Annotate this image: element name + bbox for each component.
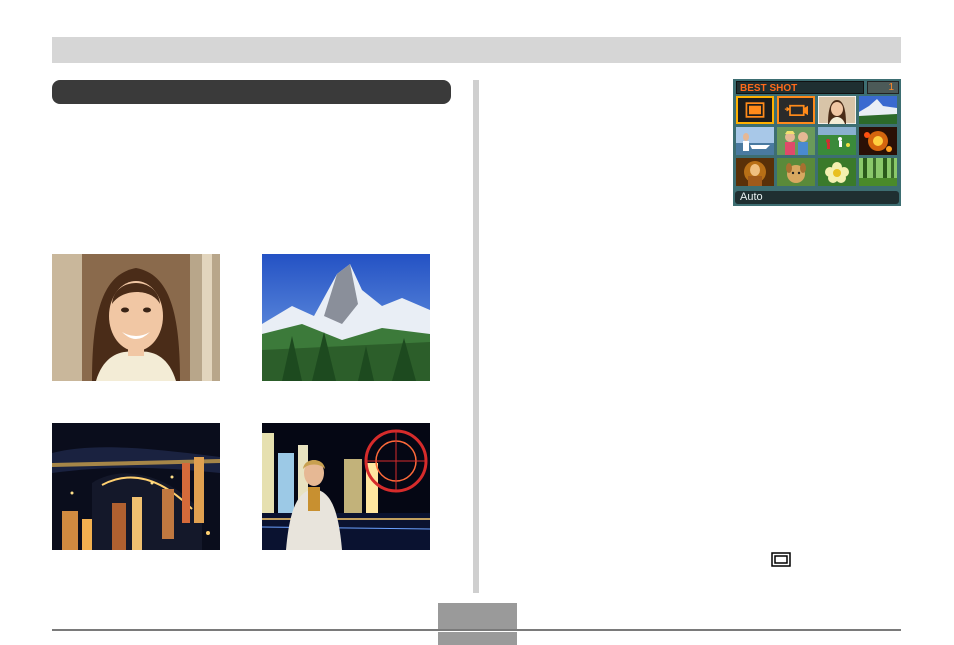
- best-shot-title: BEST SHOT: [736, 81, 864, 94]
- footer-rule: [52, 629, 901, 631]
- page-number-tab: [438, 603, 517, 629]
- scene-cell-fireworks[interactable]: [859, 127, 897, 155]
- best-shot-screen: BEST SHOT 1 Auto: [733, 79, 901, 206]
- scene-cell-portrait[interactable]: [818, 96, 856, 124]
- sample-photo-night-scene: [52, 423, 220, 550]
- scene-cell-candlelight[interactable]: [736, 158, 774, 186]
- night-city-image: [52, 423, 220, 550]
- best-shot-page-number: 1: [867, 81, 899, 94]
- night-portrait-image: [262, 423, 430, 550]
- scene-cell-boat-portrait[interactable]: [736, 127, 774, 155]
- scene-cell-pet[interactable]: [777, 158, 815, 186]
- scene-cell-sports[interactable]: [818, 127, 856, 155]
- sports-field-thumb: [818, 127, 856, 155]
- scene-cell-flower[interactable]: [818, 158, 856, 186]
- best-shot-status: Auto: [735, 191, 899, 204]
- section-heading-pill: [52, 80, 451, 104]
- movie-camera-icon: [784, 104, 808, 116]
- header-bar: [52, 37, 901, 63]
- boat-person-thumb: [736, 127, 774, 155]
- sample-photo-night-portrait: [262, 423, 430, 550]
- scene-cell-kids[interactable]: [777, 127, 815, 155]
- page-number-tab-lower: [438, 632, 517, 645]
- portrait-image: [52, 254, 220, 381]
- scene-cell-forest[interactable]: [859, 158, 897, 186]
- fireworks-thumb: [859, 127, 897, 155]
- forest-thumb: [859, 158, 897, 186]
- sample-photo-portrait: [52, 254, 220, 381]
- scene-cell-auto[interactable]: [736, 96, 774, 124]
- scene-grid: [736, 96, 898, 188]
- flower-thumb: [818, 158, 856, 186]
- candlelight-thumb: [736, 158, 774, 186]
- scene-cell-landscape[interactable]: [859, 96, 897, 124]
- portrait-thumb: [818, 96, 856, 124]
- pet-thumb: [777, 158, 815, 186]
- auto-scene-icon: [771, 552, 791, 567]
- sample-photo-mountain: [262, 254, 430, 381]
- two-kids-thumb: [777, 127, 815, 155]
- mountain-thumb: [859, 96, 897, 124]
- auto-scene-icon: [745, 102, 765, 118]
- scene-cell-movie[interactable]: [777, 96, 815, 124]
- mountain-image: [262, 254, 430, 381]
- column-divider: [473, 80, 479, 593]
- inline-auto-scene-icon: [771, 552, 791, 567]
